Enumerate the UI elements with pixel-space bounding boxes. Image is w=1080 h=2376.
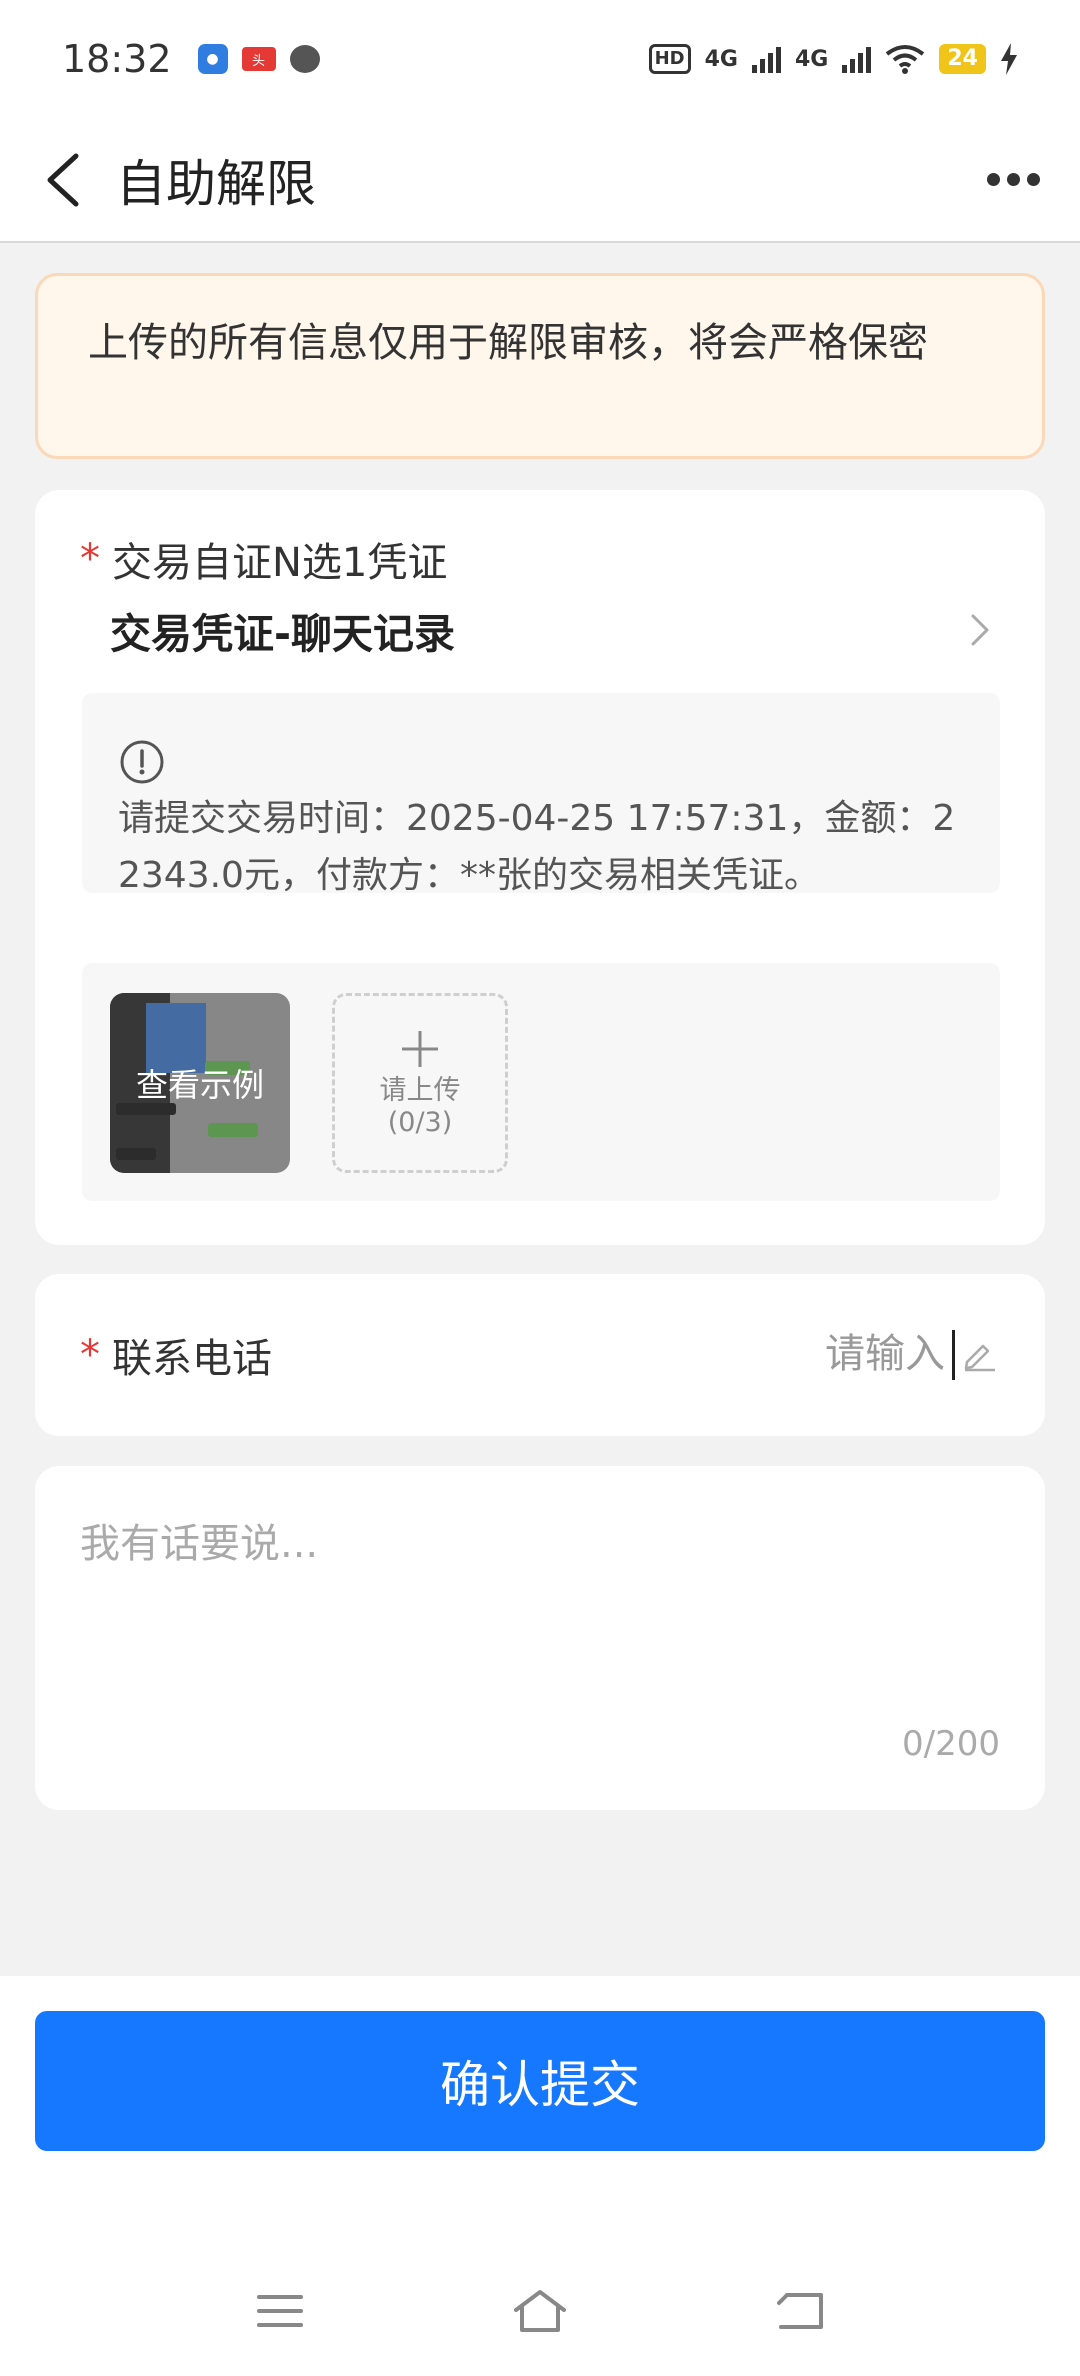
charging-icon (1001, 43, 1017, 75)
voucher-hint-text: 请提交交易时间：2025-04-25 17:57:31，金额：22343.0元，… (118, 798, 956, 896)
bottom-bar: 确认提交 (0, 1976, 1080, 2376)
toutiao-icon: 头 (241, 47, 276, 71)
page-root: 18:32 ● 头 HD 4G 4G 24 自助解限 上传的所有信息仅用于解限审… (0, 0, 1080, 2376)
phone-field-label: * 联系电话 (80, 1274, 272, 1436)
more-dot-icon (987, 173, 1000, 186)
phone-label-text: 联系电话 (112, 1336, 272, 1382)
signal-icon-2 (842, 45, 872, 73)
plus-icon (402, 1031, 438, 1067)
back-arrow-icon (47, 153, 79, 206)
status-time: 18:32 (62, 37, 172, 81)
more-dot-icon (1007, 173, 1020, 186)
network-4g-label-2: 4G (795, 46, 829, 72)
privacy-notice-text: 上传的所有信息仅用于解限审核，将会严格保密 (88, 320, 928, 366)
voucher-card: * 交易自证N选1凭证 交易凭证-聊天记录 请提交交易时间：2025-04-25… (35, 490, 1045, 1245)
voucher-label-text: 交易自证N选1凭证 (112, 540, 448, 586)
edit-pencil-icon[interactable] (961, 1336, 997, 1372)
comment-card: 0/200 (35, 1466, 1045, 1810)
phone-card: * 联系电话 (35, 1274, 1045, 1436)
signal-icon (752, 45, 781, 73)
network-4g-label: 4G (704, 46, 738, 72)
app-header: 自助解限 (0, 118, 1080, 243)
exclamation-circle-icon (120, 740, 164, 784)
app-blue-icon: ● (197, 44, 228, 74)
return-icon (777, 2293, 823, 2329)
back-button[interactable] (12, 130, 112, 230)
system-nav-bar (0, 2246, 1080, 2376)
example-label: 查看示例 (110, 993, 290, 1173)
upload-area: 查看示例 请上传 (0/3) (82, 963, 1000, 1201)
voucher-type-value: 交易凭证-聊天记录 (110, 610, 456, 658)
upload-button[interactable]: 请上传 (0/3) (332, 993, 508, 1173)
voucher-type-selector[interactable]: 交易凭证-聊天记录 (80, 590, 995, 670)
required-marker: * (80, 536, 100, 582)
system-status: HD 4G 4G 24 (648, 43, 1018, 75)
home-icon (514, 2290, 566, 2332)
back-nav-button[interactable] (755, 2266, 845, 2356)
menu-nav-button[interactable] (235, 2266, 325, 2356)
phone-input[interactable] (645, 1324, 945, 1384)
status-bar: 18:32 ● 头 HD 4G 4G 24 (0, 0, 1080, 118)
example-thumbnail[interactable]: 查看示例 (110, 993, 290, 1173)
battery-icon: 24 (939, 44, 986, 74)
submit-button[interactable]: 确认提交 (35, 2011, 1045, 2151)
menu-icon (257, 2295, 303, 2327)
voucher-field-label: * 交易自证N选1凭证 (80, 530, 447, 588)
notification-icons: ● 头 (197, 44, 320, 74)
chevron-right-icon (971, 614, 989, 646)
more-dot-icon (1027, 173, 1040, 186)
comment-textarea[interactable] (80, 1511, 1000, 1731)
upload-count: (0/3) (387, 1107, 453, 1138)
more-options-button[interactable] (987, 150, 1040, 210)
text-cursor (952, 1330, 955, 1380)
required-marker: * (80, 1332, 100, 1378)
char-counter: 0/200 (902, 1724, 1000, 1764)
upload-label: 请上传 (379, 1075, 461, 1106)
wifi-icon (886, 45, 925, 74)
voucher-hint-box: 请提交交易时间：2025-04-25 17:57:31，金额：22343.0元，… (82, 693, 1000, 896)
chat-bubble-icon (289, 45, 320, 73)
privacy-notice: 上传的所有信息仅用于解限审核，将会严格保密 (35, 273, 1045, 459)
page-title: 自助解限 (116, 154, 316, 213)
hd-icon: HD (648, 44, 691, 74)
home-nav-button[interactable] (495, 2266, 585, 2356)
